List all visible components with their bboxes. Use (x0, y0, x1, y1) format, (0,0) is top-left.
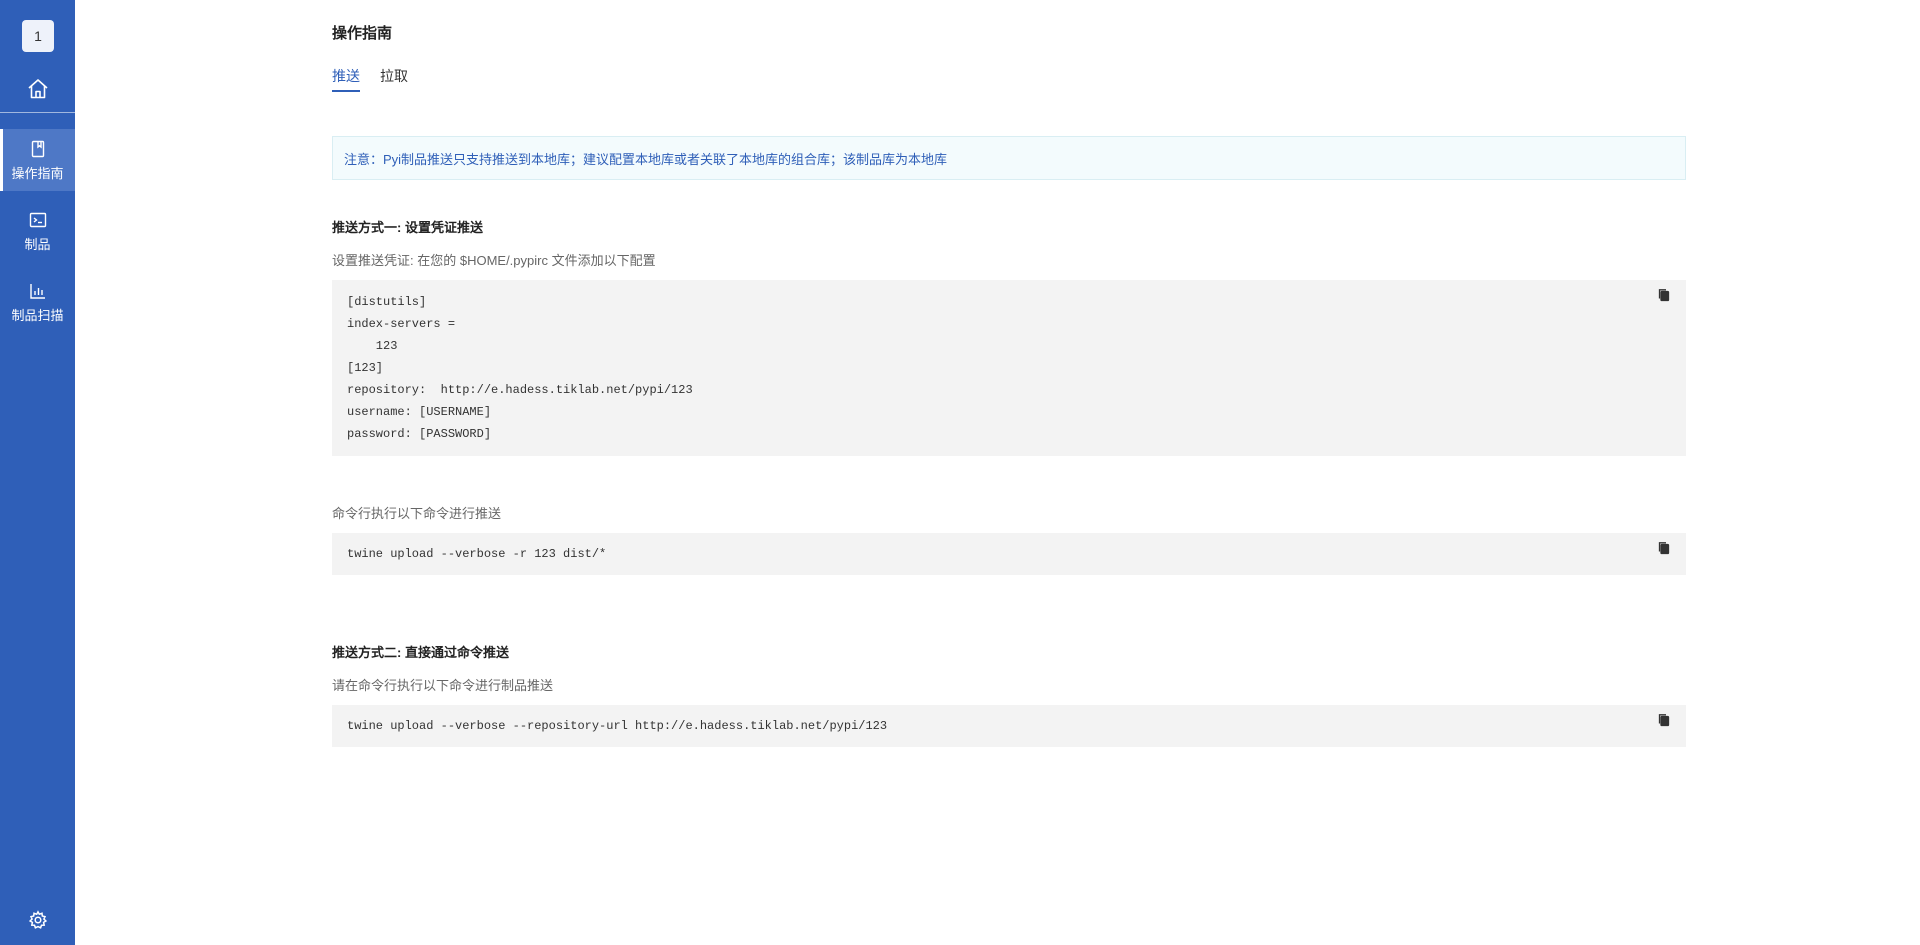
sidebar-divider (0, 112, 75, 113)
copy-icon (1657, 288, 1671, 306)
notice-banner: 注意：Pyi制品推送只支持推送到本地库；建议配置本地库或者关联了本地库的组合库；… (332, 136, 1686, 180)
document-icon (28, 139, 48, 159)
home-icon (26, 77, 50, 106)
terminal-icon (28, 210, 48, 230)
config-code[interactable]: [distutils] index-servers = 123 [123] re… (347, 291, 1671, 445)
gear-icon (28, 909, 48, 935)
method1-title: 推送方式一: 设置凭证推送 (332, 220, 483, 235)
page-title: 操作指南 (332, 25, 393, 42)
sidebar: 1 操作指南 制品 制品扫描 (0, 0, 75, 945)
copy-config-button[interactable] (1656, 289, 1672, 305)
push-cmd-code-block: twine upload --verbose -r 123 dist/* (332, 533, 1686, 575)
notice-text: 注意：Pyi制品推送只支持推送到本地库；建议配置本地库或者关联了本地库的组合库；… (344, 151, 948, 167)
tabs: 推送 拉取 (332, 66, 408, 92)
home-button[interactable] (0, 70, 75, 112)
direct-cmd-code[interactable]: twine upload --verbose --repository-url … (347, 715, 887, 737)
sidebar-item-guide[interactable]: 操作指南 (0, 129, 75, 191)
settings-button[interactable] (0, 909, 75, 935)
method1-cmd-desc: 命令行执行以下命令进行推送 (332, 506, 502, 521)
bar-chart-icon (28, 281, 48, 301)
copy-direct-cmd-button[interactable] (1656, 714, 1672, 730)
copy-push-cmd-button[interactable] (1656, 542, 1672, 558)
copy-icon (1657, 541, 1671, 559)
config-code-block: [distutils] index-servers = 123 [123] re… (332, 280, 1686, 456)
sidebar-item-artifacts[interactable]: 制品 (0, 200, 75, 262)
tab-push[interactable]: 推送 (332, 66, 360, 92)
tab-pull[interactable]: 拉取 (380, 66, 408, 92)
sidebar-item-label: 制品扫描 (11, 307, 64, 323)
push-cmd-code[interactable]: twine upload --verbose -r 123 dist/* (347, 543, 606, 565)
direct-cmd-code-block: twine upload --verbose --repository-url … (332, 705, 1686, 747)
repository-badge[interactable]: 1 (22, 20, 54, 52)
method1-desc: 设置推送凭证: 在您的 $HOME/.pypirc 文件添加以下配置 (332, 253, 656, 268)
sidebar-item-label: 操作指南 (11, 165, 64, 181)
method2-title: 推送方式二: 直接通过命令推送 (332, 645, 509, 660)
method2-desc: 请在命令行执行以下命令进行制品推送 (332, 678, 554, 693)
copy-icon (1657, 713, 1671, 731)
sidebar-item-label: 制品 (24, 236, 51, 252)
sidebar-item-artifact-scan[interactable]: 制品扫描 (0, 271, 75, 333)
